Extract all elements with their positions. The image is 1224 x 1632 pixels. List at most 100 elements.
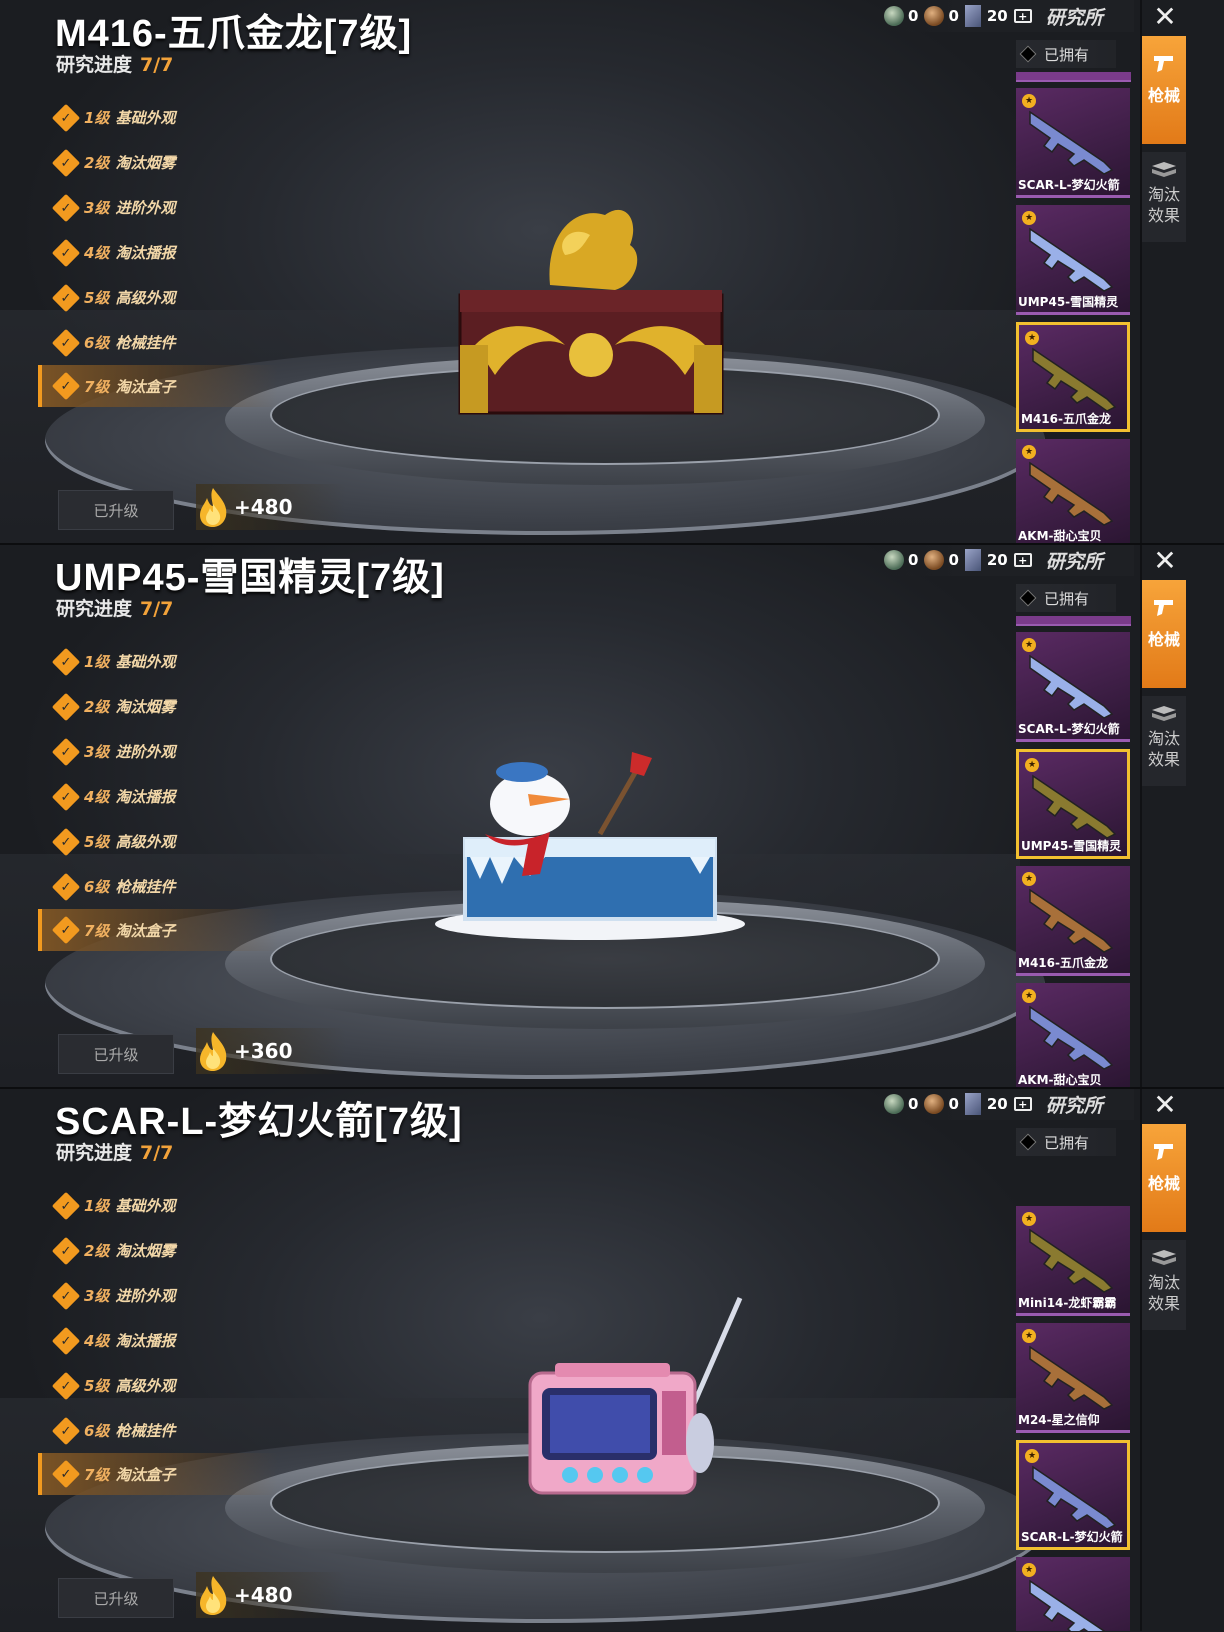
upgraded-button[interactable]: 已升级: [58, 1034, 174, 1074]
diamond-icon: [1019, 45, 1037, 63]
level-name: 淘汰播报: [115, 1332, 176, 1350]
check-icon: ✓: [51, 328, 81, 357]
gun-icon: [1029, 461, 1114, 526]
check-icon: ✓: [51, 827, 81, 856]
check-icon: ✓: [51, 692, 81, 721]
level-name: 基础外观: [115, 1197, 176, 1215]
gun-card[interactable]: ★ AKM-甜心宝贝: [1016, 983, 1130, 1087]
lab-label[interactable]: 研究所: [1046, 3, 1103, 30]
tab-elimination-effect[interactable]: 淘汰 效果: [1142, 1240, 1186, 1330]
check-icon: ✓: [51, 283, 81, 312]
gun-card-partial[interactable]: [1016, 72, 1131, 82]
level-number: 3级: [84, 199, 110, 217]
level-list: ✓ 1级 基础外观 ✓ 2级 淘汰烟雾 ✓ 3级 进阶外观 ✓ 4级 淘汰播报 ✓ 5级 高级外观 ✓ 6级 枪械…: [38, 95, 278, 407]
tab-gun[interactable]: 枪械: [1142, 580, 1186, 688]
level-item-6[interactable]: ✓ 6级 枪械挂件: [38, 320, 278, 365]
level-item-3[interactable]: ✓ 3级 进阶外观: [38, 1273, 278, 1318]
gun-card[interactable]: ★ UMP45-雪国精灵: [1016, 1557, 1130, 1631]
level-item-7[interactable]: ✓ 7级 淘汰盒子: [38, 365, 278, 407]
level-item-4[interactable]: ✓ 4级 淘汰播报: [38, 1318, 278, 1363]
level-number: 7级: [84, 921, 110, 940]
level-item-6[interactable]: ✓ 6级 枪械挂件: [38, 864, 278, 909]
gun-card[interactable]: ★ M416-五爪金龙: [1016, 866, 1130, 976]
tab-gun[interactable]: 枪械: [1142, 36, 1186, 144]
check-icon: ✓: [51, 1236, 81, 1265]
level-item-2[interactable]: ✓ 2级 淘汰烟雾: [38, 684, 278, 729]
tab-elim-label: 淘汰 效果: [1147, 729, 1180, 769]
level-item-1[interactable]: ✓ 1级 基础外观: [38, 1183, 278, 1228]
close-icon[interactable]: ✕: [1144, 1088, 1186, 1121]
close-icon[interactable]: ✕: [1144, 0, 1186, 33]
gun-card[interactable]: ★ SCAR-L-梦幻火箭: [1016, 632, 1130, 742]
level-name: 高级外观: [115, 1377, 176, 1395]
gun-icon: [1029, 1228, 1114, 1293]
check-icon: ✓: [51, 737, 81, 766]
gun-card[interactable]: ★ SCAR-L-梦幻火箭: [1016, 88, 1130, 198]
coin2-count: 0: [948, 1095, 959, 1113]
level-item-2[interactable]: ✓ 2级 淘汰烟雾: [38, 1228, 278, 1273]
level-item-7[interactable]: ✓ 7级 淘汰盒子: [38, 1453, 278, 1495]
lab-label[interactable]: 研究所: [1046, 1091, 1103, 1118]
close-icon[interactable]: ✕: [1144, 544, 1186, 577]
gun-icon: [1029, 888, 1114, 953]
check-icon: ✓: [51, 193, 81, 222]
level-item-3[interactable]: ✓ 3级 进阶外观: [38, 729, 278, 774]
gun-card[interactable]: ★ M24-星之信仰: [1016, 1323, 1130, 1433]
points-reward: +360: [196, 1028, 346, 1074]
coin1-count: 0: [908, 7, 919, 25]
tab-gun[interactable]: 枪械: [1142, 1124, 1186, 1232]
gun-card[interactable]: ★ Mini14-龙虾霸霸: [1016, 1206, 1130, 1316]
level-item-1[interactable]: ✓ 1级 基础外观: [38, 95, 278, 140]
level-item-3[interactable]: ✓ 3级 进阶外观: [38, 185, 278, 230]
card-count: 20: [986, 1095, 1008, 1113]
level-item-2[interactable]: ✓ 2级 淘汰烟雾: [38, 140, 278, 185]
level-item-4[interactable]: ✓ 4级 淘汰播报: [38, 230, 278, 275]
add-card-icon[interactable]: +: [1013, 1097, 1032, 1111]
points-reward: +480: [196, 484, 346, 530]
owned-filter[interactable]: 已拥有: [1016, 1128, 1116, 1156]
upgraded-button[interactable]: 已升级: [58, 1578, 174, 1618]
check-icon: ✓: [51, 647, 81, 676]
gun-card[interactable]: ★ UMP45-雪国精灵: [1016, 205, 1130, 315]
gun-card[interactable]: ★ UMP45-雪国精灵: [1016, 749, 1130, 859]
gun-icon: [1029, 227, 1114, 292]
level-item-5[interactable]: ✓ 5级 高级外观: [38, 819, 278, 864]
check-icon: ✓: [51, 1371, 81, 1400]
level-item-1[interactable]: ✓ 1级 基础外观: [38, 639, 278, 684]
level-number: 2级: [84, 1242, 110, 1260]
gun-name: M416-五爪金龙: [1018, 956, 1108, 970]
check-icon: ✓: [51, 1416, 81, 1445]
level-item-5[interactable]: ✓ 5级 高级外观: [38, 275, 278, 320]
check-icon: ✓: [51, 1459, 81, 1489]
level-name: 淘汰盒子: [115, 921, 176, 940]
add-card-icon[interactable]: +: [1013, 9, 1032, 23]
level-number: 4级: [84, 1332, 110, 1350]
progress-label: 研究进度: [56, 54, 133, 76]
gun-name: UMP45-雪国精灵: [1018, 295, 1119, 309]
bronze-coin-icon: [924, 6, 945, 26]
box-icon: [1152, 162, 1176, 177]
level-item-4[interactable]: ✓ 4级 淘汰播报: [38, 774, 278, 819]
add-card-icon[interactable]: +: [1013, 553, 1032, 567]
gun-card-partial[interactable]: [1016, 616, 1131, 626]
gun-card[interactable]: ★ M416-五爪金龙: [1016, 322, 1130, 432]
level-name: 淘汰烟雾: [115, 1242, 176, 1260]
gun-card[interactable]: ★ SCAR-L-梦幻火箭: [1016, 1440, 1130, 1550]
level-name: 进阶外观: [115, 1287, 176, 1305]
progress-value: 7/7: [140, 1142, 174, 1164]
level-item-6[interactable]: ✓ 6级 枪械挂件: [38, 1408, 278, 1453]
progress-label: 研究进度: [56, 598, 133, 620]
check-icon: ✓: [51, 782, 81, 811]
gun-name: AKM-甜心宝贝: [1018, 529, 1102, 543]
upgraded-button[interactable]: 已升级: [58, 490, 174, 530]
lab-label[interactable]: 研究所: [1046, 547, 1103, 574]
points-value: +480: [234, 495, 293, 519]
owned-filter[interactable]: 已拥有: [1016, 40, 1116, 68]
owned-label: 已拥有: [1044, 45, 1090, 64]
tab-elimination-effect[interactable]: 淘汰 效果: [1142, 696, 1186, 786]
gun-card[interactable]: ★ AKM-甜心宝贝: [1016, 439, 1130, 543]
level-item-7[interactable]: ✓ 7级 淘汰盒子: [38, 909, 278, 951]
tab-elimination-effect[interactable]: 淘汰 效果: [1142, 152, 1186, 242]
level-item-5[interactable]: ✓ 5级 高级外观: [38, 1363, 278, 1408]
owned-filter[interactable]: 已拥有: [1016, 584, 1116, 612]
